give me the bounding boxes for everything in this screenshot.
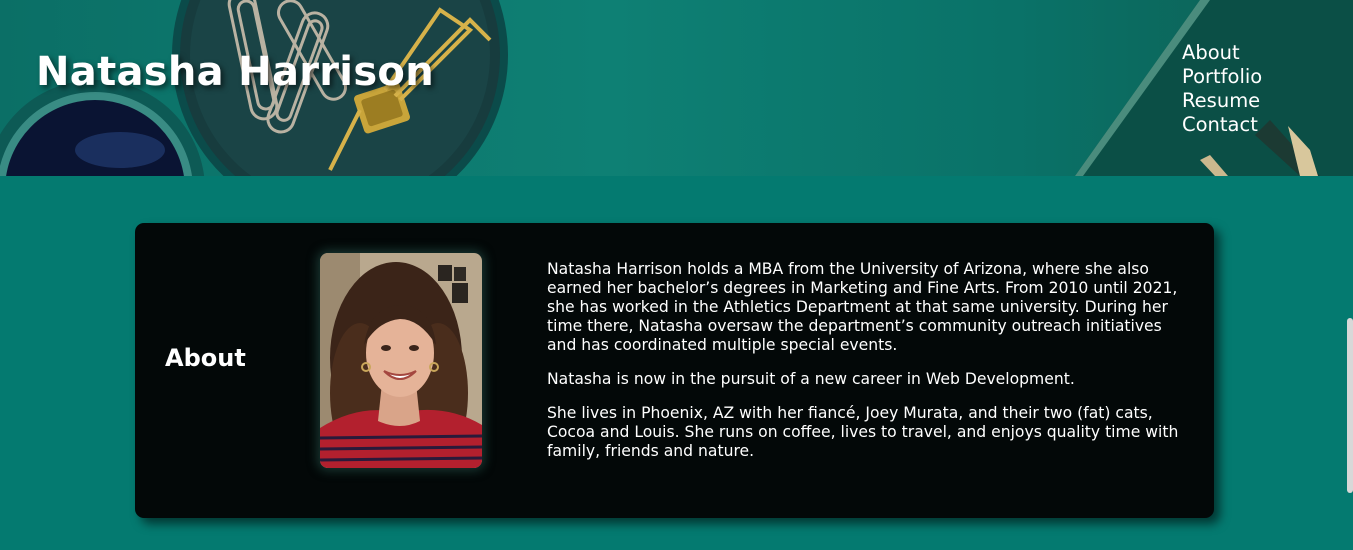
about-section: About Natasha Harrison holds a MBA from …	[135, 223, 1214, 518]
bio-paragraph: Natasha is now in the pursuit of a new c…	[547, 370, 1075, 388]
page-scrollbar[interactable]	[1347, 318, 1353, 493]
nav-link-about[interactable]: About	[1182, 41, 1262, 65]
main-nav: About Portfolio Resume Contact	[1182, 41, 1262, 137]
bio-paragraph: Natasha Harrison holds a MBA from the Un…	[547, 260, 1178, 354]
about-bio: Natasha Harrison holds a MBA from the Un…	[547, 260, 1192, 476]
nav-link-resume[interactable]: Resume	[1182, 89, 1262, 113]
nav-link-contact[interactable]: Contact	[1182, 113, 1262, 137]
bio-paragraph: She lives in Phoenix, AZ with her fiancé…	[547, 404, 1179, 460]
site-header: Natasha Harrison About Portfolio Resume …	[0, 0, 1353, 176]
site-title: Natasha Harrison	[36, 49, 434, 95]
page: Natasha Harrison About Portfolio Resume …	[0, 0, 1353, 550]
about-heading: About	[165, 344, 246, 372]
nav-link-portfolio[interactable]: Portfolio	[1182, 65, 1262, 89]
profile-photo	[320, 253, 482, 468]
